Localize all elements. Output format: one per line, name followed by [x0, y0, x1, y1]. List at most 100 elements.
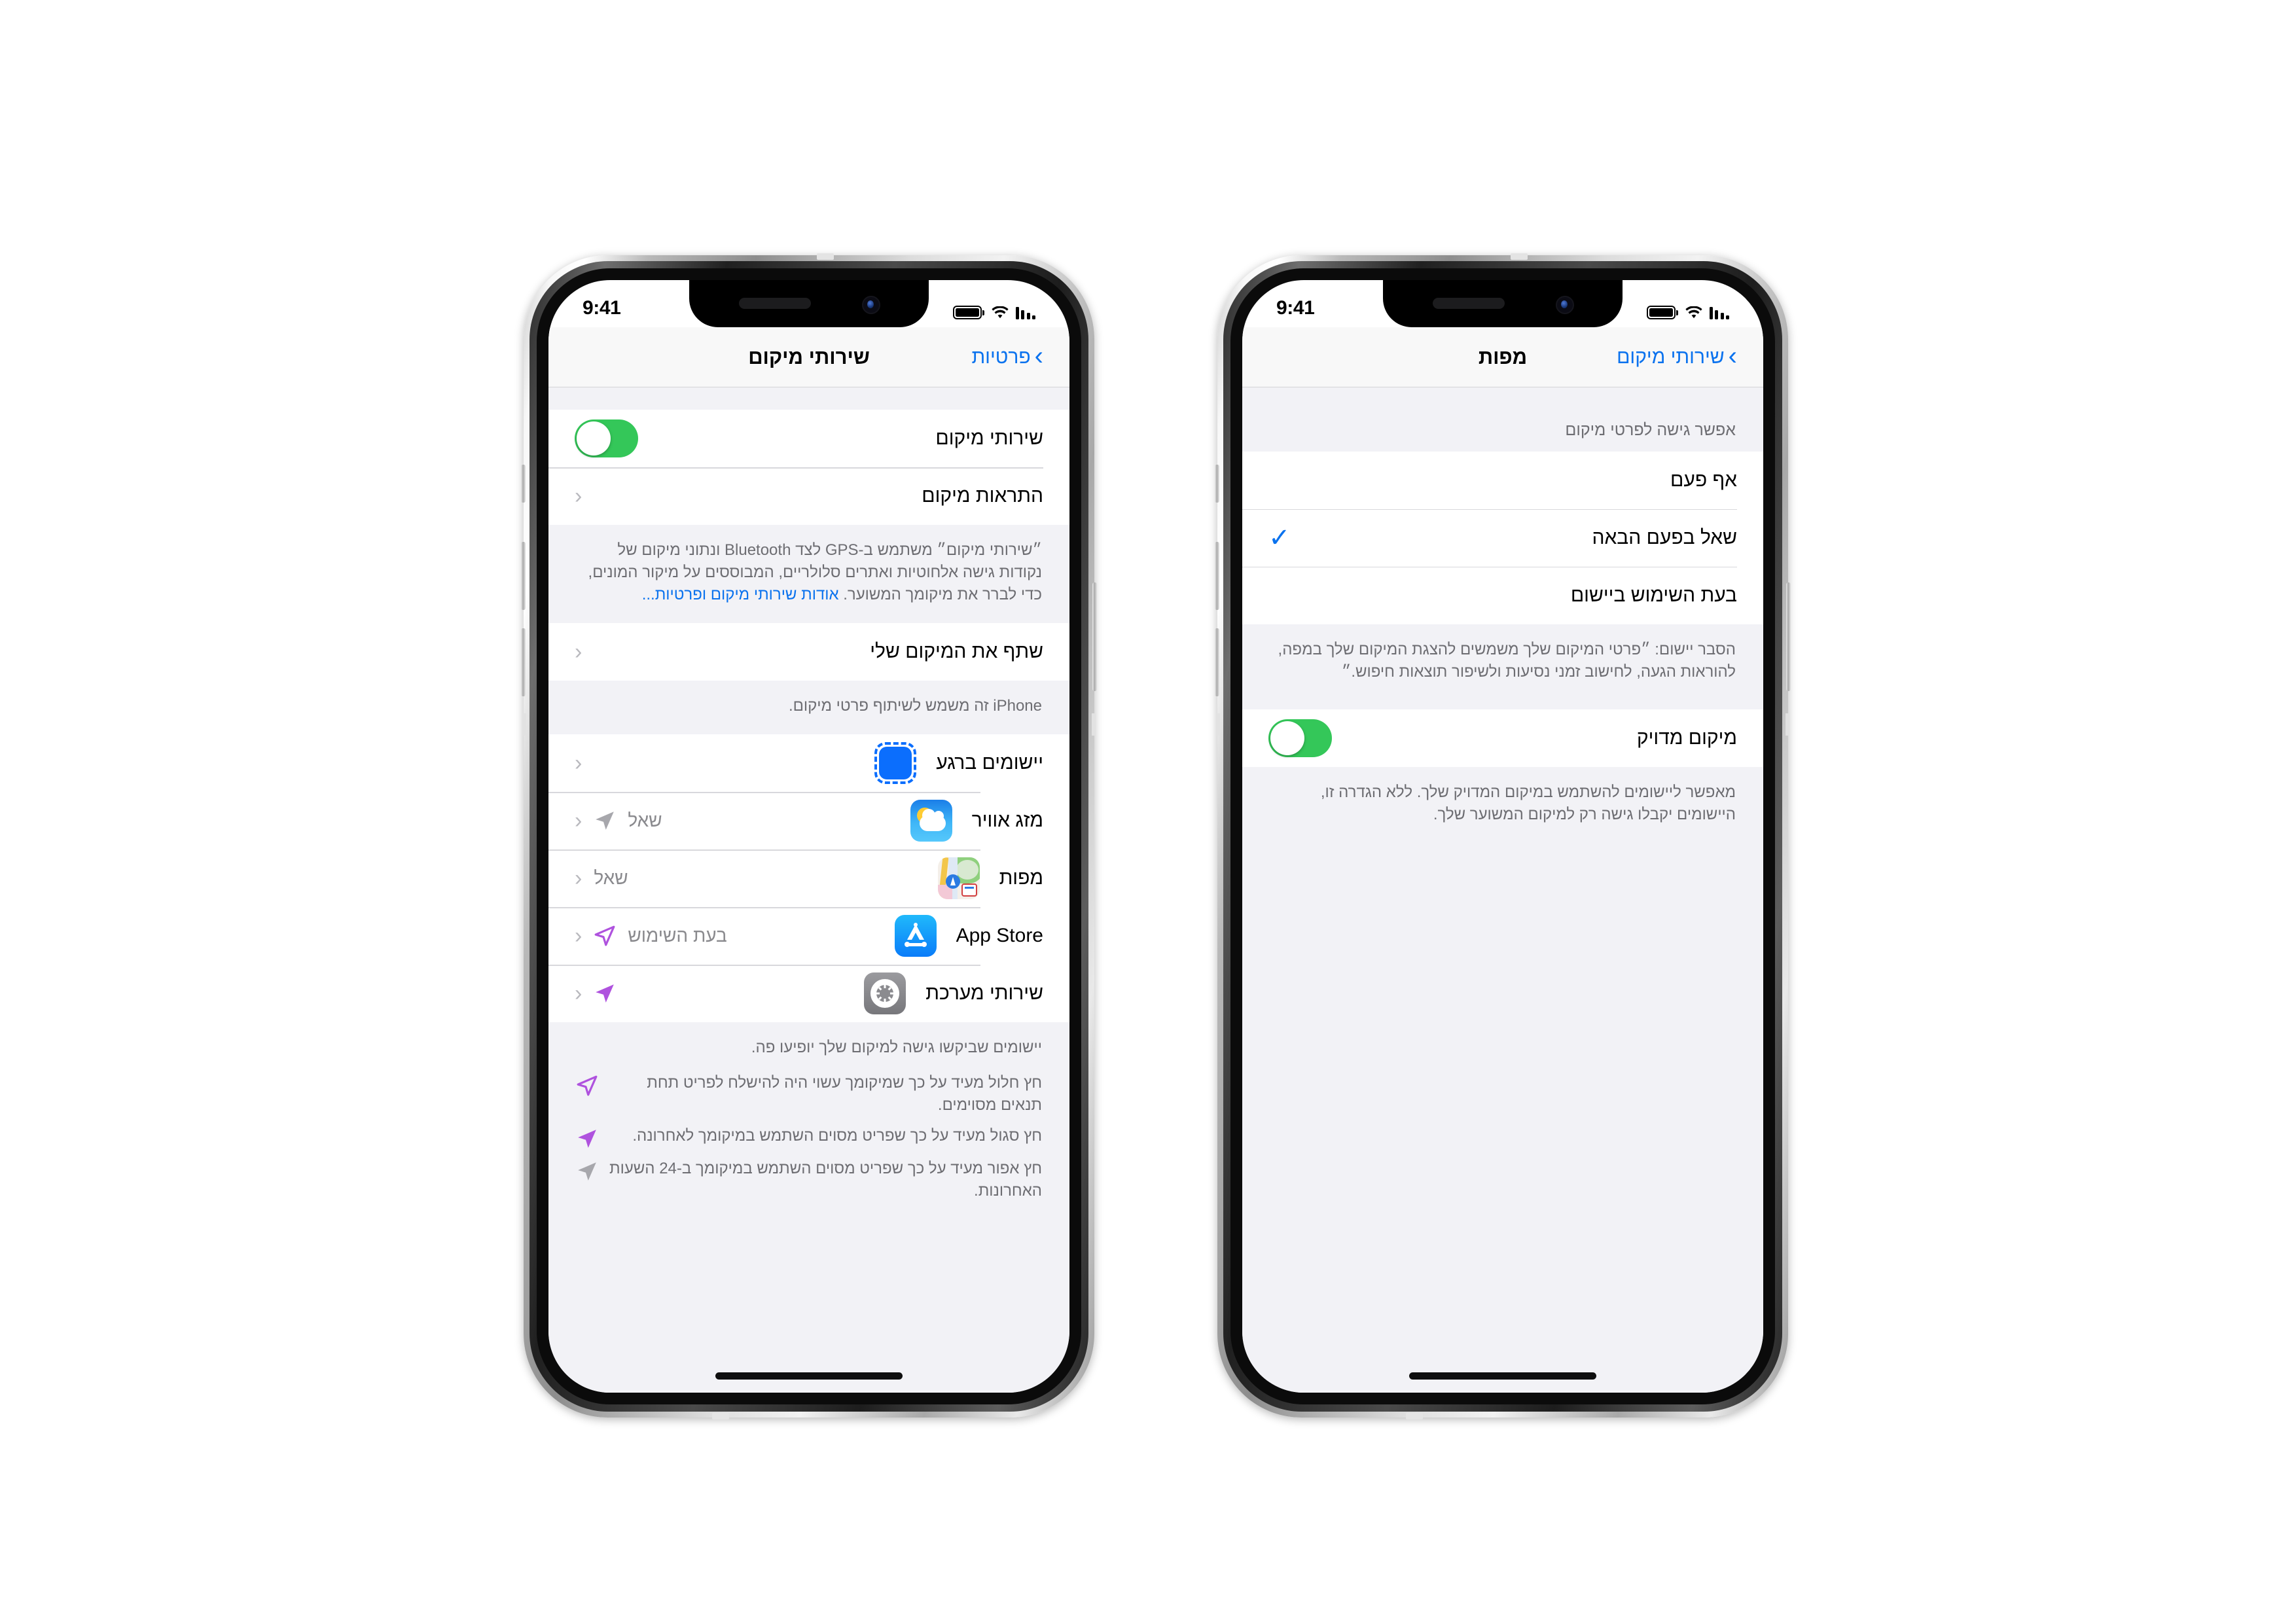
- precise-location-footnote: מאפשר ליישומים להשתמש במיקום המדויק שלך.…: [1242, 766, 1763, 843]
- settings-list-right[interactable]: אפשר גישה לפרטי מיקום אף פעם ✓ שאל בפעם …: [1242, 387, 1763, 1393]
- back-button-label: פרטיות: [971, 346, 1031, 368]
- settings-list-left[interactable]: שירותי מיקום התראות מיקום ‹ ״שירותי מיקו…: [548, 387, 1069, 1393]
- display-notch: [1383, 280, 1623, 327]
- row-label-app-store: App Store: [956, 925, 1043, 947]
- settings-app-icon: [864, 972, 906, 1015]
- row-label-location-services: שירותי מיקום: [935, 427, 1043, 449]
- chevron-back-icon: ›: [1034, 341, 1043, 370]
- chevron-back-icon: ›: [1728, 341, 1737, 370]
- chevron-right-icon: ‹: [575, 751, 583, 776]
- front-camera-icon: [862, 296, 880, 314]
- battery-full-icon: [1646, 306, 1678, 319]
- volume-up-button[interactable]: [521, 542, 526, 610]
- row-label-share-my-location: שתף את המיקום שלי: [870, 641, 1043, 663]
- mute-switch[interactable]: [1215, 465, 1219, 503]
- back-button-privacy[interactable]: › פרטיות: [971, 341, 1043, 370]
- location-arrow-gray-icon: [596, 812, 615, 830]
- antenna-band-top: [1511, 253, 1528, 260]
- checkmark-icon: ✓: [1268, 523, 1291, 552]
- access-options-group: אף פעם ✓ שאל בפעם הבאה ✓ בעת השימוש בייש…: [1242, 451, 1763, 624]
- legend-gray-text: חץ אפור מעיד על כך שפריט מסוים השתמש במי…: [609, 1159, 1042, 1200]
- phone-screen-right: 9:41 › שירותי מיקום מפות אפשר גישה לפרטי…: [1242, 280, 1763, 1393]
- precise-location-toggle[interactable]: [1268, 719, 1332, 757]
- antenna-band-bottom: [1406, 1413, 1423, 1419]
- row-label-app-clips: יישומים ברגע: [936, 752, 1043, 774]
- precise-location-group: מיקום מדויק: [1242, 709, 1763, 767]
- side-power-button[interactable]: [1786, 582, 1791, 691]
- mute-switch[interactable]: [521, 465, 526, 503]
- antenna-band-top: [817, 253, 834, 260]
- legend-hollow-arrow: חץ חלול מעיד על כך שמיקומך עשוי היה להיש…: [548, 1061, 1069, 1121]
- volume-up-button[interactable]: [1215, 542, 1219, 610]
- legend-gray-arrow: חץ אפור מעיד על כך שפריט מסוים השתמש במי…: [548, 1153, 1069, 1219]
- location-services-toggle[interactable]: [575, 419, 638, 457]
- antenna-band-left: [522, 713, 526, 736]
- app-clips-icon: [874, 742, 917, 785]
- antenna-band-left: [1216, 713, 1220, 736]
- navigation-bar-right: › שירותי מיקום מפות: [1242, 327, 1763, 387]
- chevron-right-icon: ‹: [575, 981, 583, 1007]
- row-app-store[interactable]: App Store בעת השימוש ‹: [548, 907, 1069, 965]
- location-arrow-gray-icon: [578, 1162, 596, 1181]
- row-app-clips[interactable]: יישומים ברגע ‹: [548, 734, 1069, 793]
- share-location-footnote: iPhone זה משמש לשיתוף פרטי מיקום.: [548, 681, 1069, 735]
- purpose-note: הסבר יישום: ״פרטי המיקום שלך משמשים להצג…: [1242, 624, 1763, 709]
- phone-screen-left: 9:41 › פרטיות שירותי מיקום שירותי מיקום: [548, 280, 1069, 1393]
- row-option-never[interactable]: אף פעם ✓: [1242, 451, 1763, 509]
- row-label-system-services: שירותי מערכת: [925, 982, 1043, 1005]
- battery-full-icon: [952, 306, 984, 319]
- earpiece-speaker-icon: [739, 298, 811, 309]
- row-location-services[interactable]: שירותי מיקום: [548, 410, 1069, 467]
- antenna-band-right: [1092, 713, 1096, 736]
- antenna-band-bottom: [712, 1413, 729, 1419]
- back-button-label: שירותי מיקום: [1617, 346, 1725, 368]
- iphone-device-left: 9:41 › פרטיות שירותי מיקום שירותי מיקום: [521, 253, 1097, 1419]
- chevron-right-icon: ‹: [575, 808, 583, 834]
- row-weather[interactable]: מזג אוויר שאל ‹: [548, 792, 1069, 850]
- row-label-never: אף פעם: [1670, 469, 1737, 491]
- wifi-icon: [991, 306, 1009, 319]
- row-label-ask-next-time: שאל בפעם הבאה: [1592, 526, 1737, 548]
- antenna-band-right: [1785, 713, 1789, 736]
- navigation-bar-left: › פרטיות שירותי מיקום: [548, 327, 1069, 387]
- legend-filled-arrow: חץ סגול מעיד על כך שפריט מסוים השתמש במי…: [548, 1120, 1069, 1154]
- list-spacer: [548, 387, 1069, 410]
- volume-down-button[interactable]: [1215, 628, 1219, 696]
- iphone-device-right: 9:41 › שירותי מיקום מפות אפשר גישה לפרטי…: [1215, 253, 1791, 1419]
- apps-group: יישומים ברגע ‹ מזג אוויר שאל ‹ מפות שאל …: [548, 734, 1069, 1023]
- volume-down-button[interactable]: [521, 628, 526, 696]
- location-arrow-purple-hollow-icon: [577, 1075, 598, 1096]
- chevron-right-icon: ‹: [575, 639, 583, 665]
- about-location-services-link[interactable]: אודות שירותי מיקום ופרטיות...: [642, 586, 839, 603]
- home-indicator[interactable]: [715, 1372, 903, 1380]
- location-services-description: ״שירותי מיקום״ משתמש ב-GPS לצד Bluetooth…: [548, 525, 1069, 624]
- row-label-maps: מפות: [999, 867, 1043, 889]
- row-system-services[interactable]: שירותי מערכת ‹: [548, 965, 1069, 1023]
- share-location-group: שתף את המיקום שלי ‹: [548, 623, 1069, 681]
- row-location-alerts[interactable]: התראות מיקום ‹: [548, 467, 1069, 525]
- row-label-precise-location: מיקום מדויק: [1636, 726, 1737, 749]
- row-share-my-location[interactable]: שתף את המיקום שלי ‹: [548, 623, 1069, 681]
- weather-app-icon: [910, 800, 952, 842]
- row-option-ask-next-time[interactable]: שאל בפעם הבאה ✓: [1242, 508, 1763, 567]
- side-power-button[interactable]: [1092, 582, 1097, 691]
- row-value-weather: שאל: [628, 810, 662, 831]
- chevron-right-icon: ‹: [575, 866, 583, 891]
- earpiece-speaker-icon: [1433, 298, 1505, 309]
- screenshot-stage: 9:41 › פרטיות שירותי מיקום שירותי מיקום: [0, 0, 2296, 1623]
- row-option-while-using[interactable]: בעת השימוש ביישום ✓: [1242, 566, 1763, 624]
- status-bar-clock: 9:41: [583, 297, 621, 319]
- cellular-signal-icon: [1015, 306, 1035, 319]
- status-bar-clock: 9:41: [1276, 297, 1315, 319]
- row-precise-location[interactable]: מיקום מדויק: [1242, 709, 1763, 767]
- wifi-icon: [1685, 306, 1702, 319]
- location-services-group: שירותי מיקום התראות מיקום ‹: [548, 410, 1069, 525]
- chevron-right-icon: ‹: [575, 923, 583, 949]
- row-label-while-using: בעת השימוש ביישום: [1570, 584, 1737, 606]
- row-maps[interactable]: מפות שאל ‹: [548, 849, 1069, 908]
- location-arrow-purple-filled-icon: [596, 984, 615, 1003]
- chevron-right-icon: ‹: [575, 484, 583, 508]
- home-indicator[interactable]: [1409, 1372, 1596, 1380]
- section-header-allow-access: אפשר גישה לפרטי מיקום: [1242, 387, 1763, 452]
- back-button-location-services[interactable]: › שירותי מיקום: [1617, 341, 1737, 370]
